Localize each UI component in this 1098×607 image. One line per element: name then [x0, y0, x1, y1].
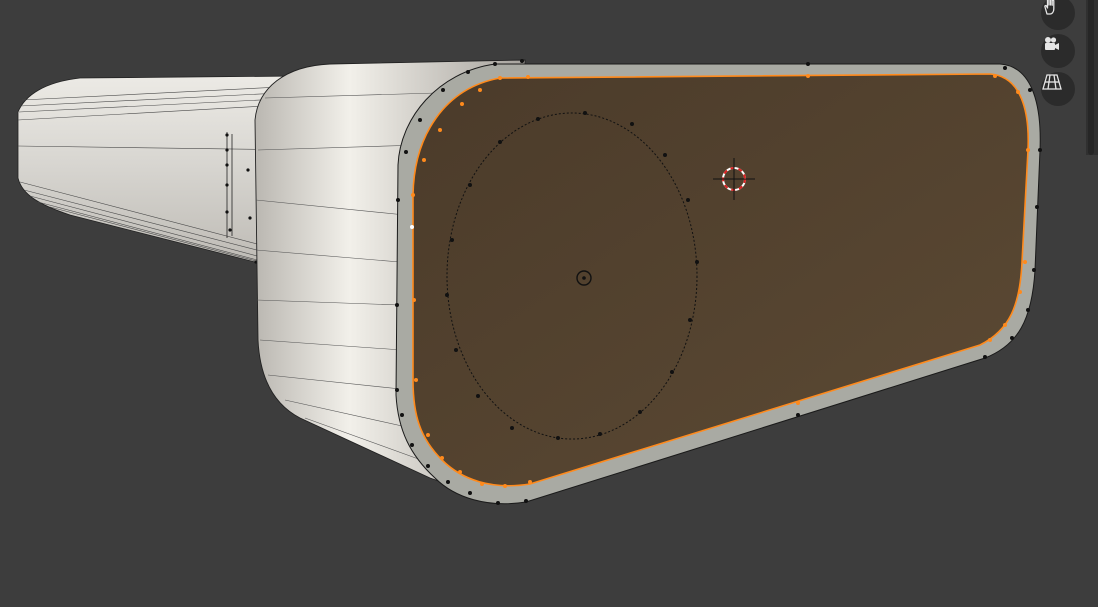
camera-view-icon[interactable] — [1041, 34, 1075, 68]
perspective-grid-icon[interactable] — [1041, 72, 1075, 106]
3d-viewport[interactable] — [0, 0, 1098, 607]
selected-face[interactable] — [412, 73, 1029, 487]
hand-pan-icon — [1044, 0, 1055, 15]
mesh-render[interactable] — [0, 0, 1098, 607]
perspective-grid-icon — [1042, 74, 1062, 90]
region-scrollbar-thumb[interactable] — [1088, 0, 1094, 155]
camera-view-icon — [1045, 37, 1059, 50]
region-scrollbar[interactable] — [1086, 0, 1098, 155]
